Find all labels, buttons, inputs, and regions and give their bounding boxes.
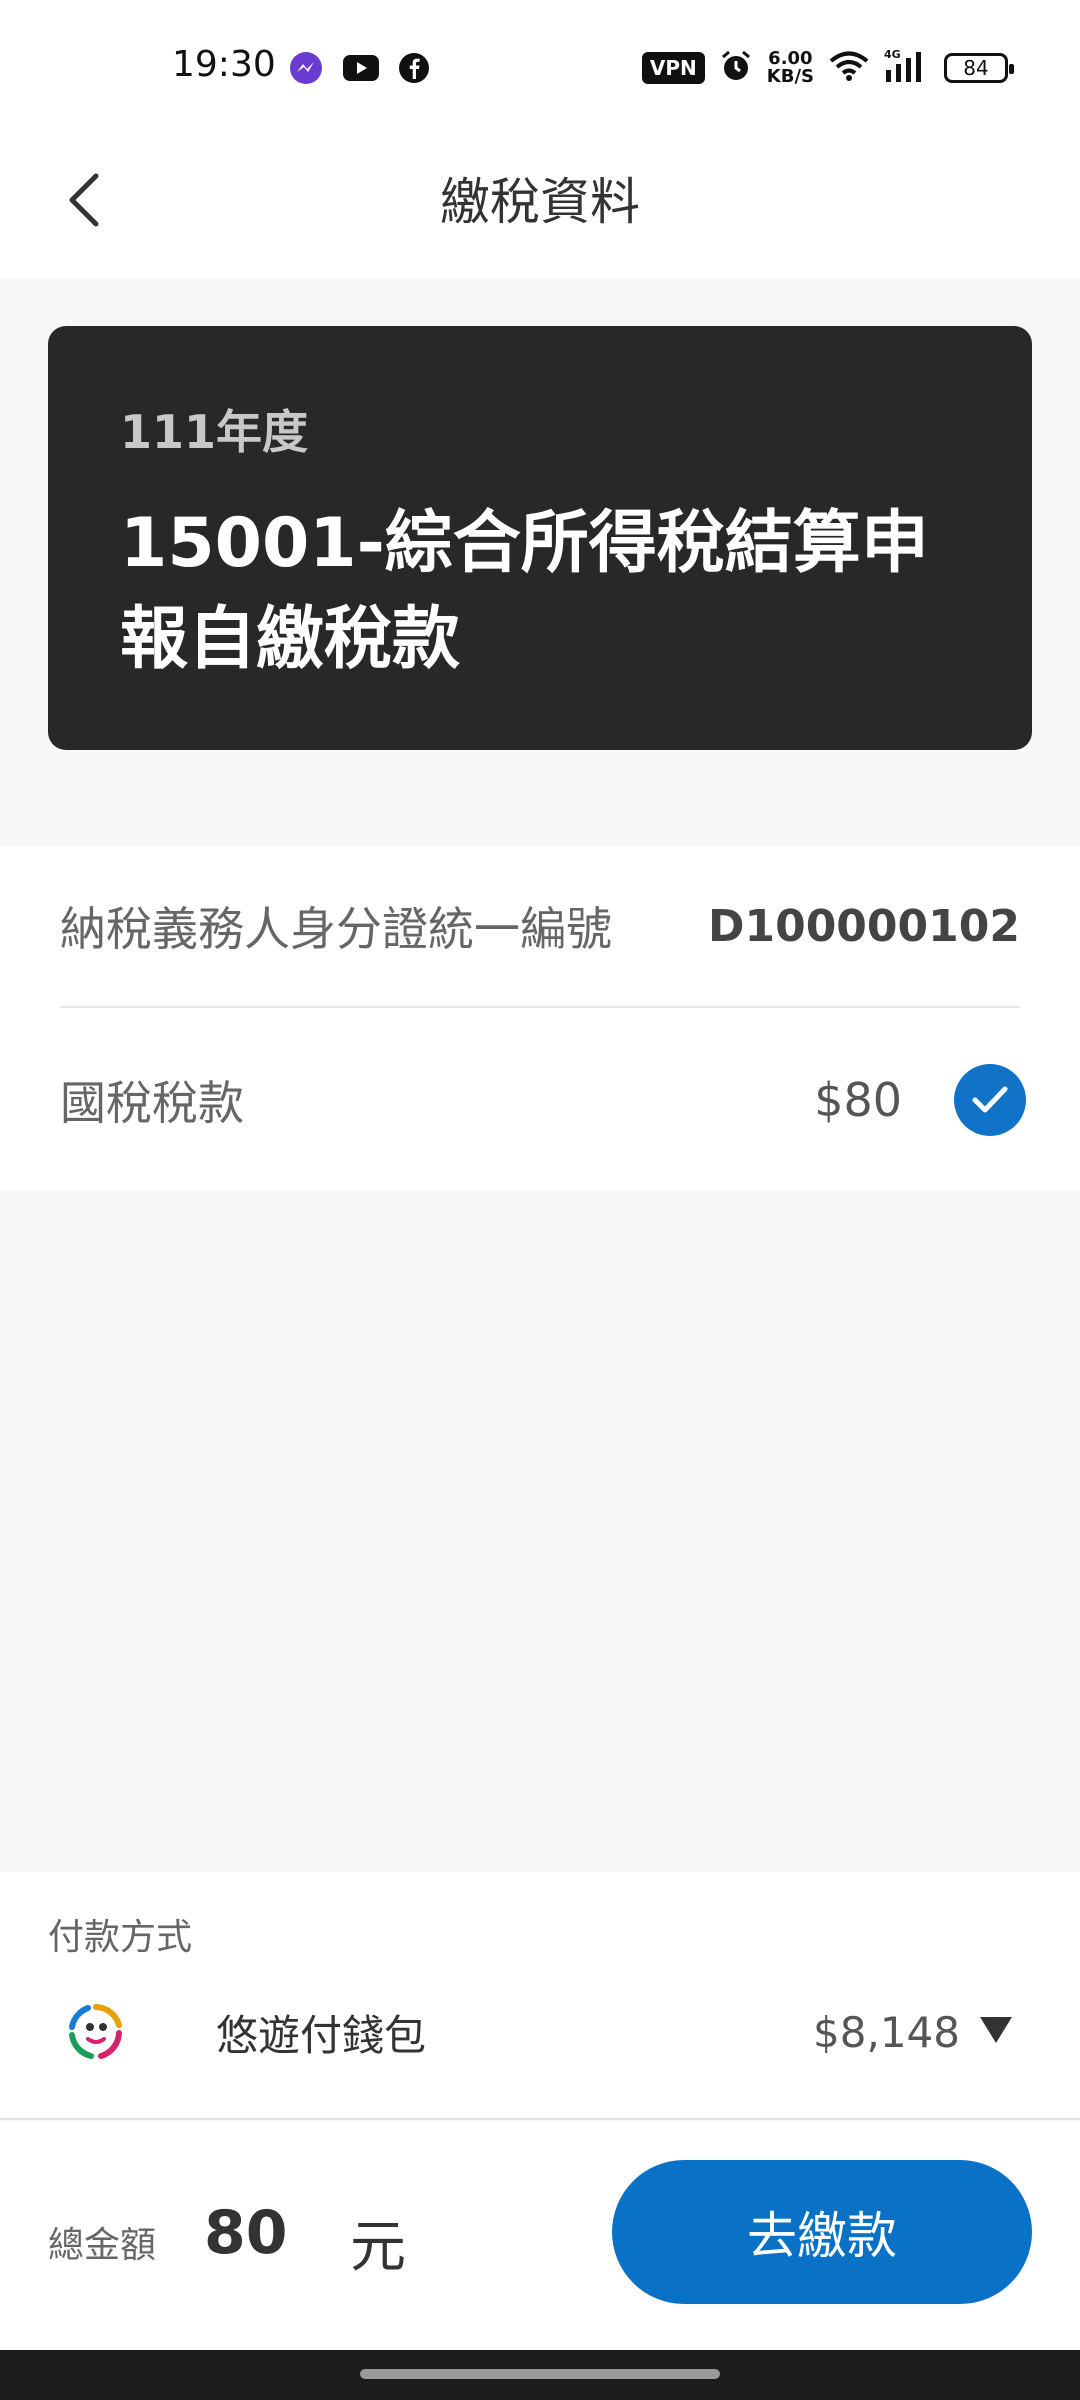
national-tax-label: 國稅稅款 [60,1076,244,1130]
taxpayer-id-value: D100000102 [707,900,1020,952]
dropdown-triangle-icon [978,2015,1014,2049]
pay-button[interactable]: 去繳款 [612,2160,1032,2304]
system-nav-bar [0,2350,1080,2400]
facebook-icon [398,52,430,88]
network-speed-unit: KB/S [766,66,814,87]
wallet-balance: $8,148 [813,2007,960,2057]
national-tax-amount-group: $80 [814,1064,1026,1136]
messenger-icon [288,50,324,90]
taxpayer-info-panel: 納稅義務人身分證統一編號 D100000102 國稅稅款 $80 [0,846,1080,1190]
payment-method-panel: 付款方式 悠遊付錢包 $8,148 [0,1872,1080,2120]
easywallet-logo-icon [48,1984,144,2080]
checkout-footer: 總金額 80 元 去繳款 [0,2122,1080,2350]
notification-icons [288,50,430,90]
page-title: 繳稅資料 [440,173,640,231]
home-indicator[interactable] [360,2369,720,2379]
total-amount: 80 [204,2198,288,2268]
alarm-icon [719,49,753,87]
vpn-badge: VPN [641,52,705,84]
status-time: 19:30 [172,44,276,85]
youtube-icon [342,54,380,86]
total-unit: 元 [350,2215,406,2280]
payment-method-label: 付款方式 [48,1917,193,1958]
tax-year: 111年度 [120,405,309,459]
battery-indicator: 84 [944,53,1014,83]
taxpayer-id-row: 納稅義務人身分證統一編號 D100000102 [60,846,1020,1008]
network-speed: 6.00 KB/S [767,50,814,86]
tax-summary-card: 111年度 15001-綜合所得稅結算申報自繳稅款 [48,326,1032,750]
status-bar: 19:30 VPN 6.00 KB/S 4G 84 [0,0,1080,140]
tax-item-title: 15001-綜合所得稅結算申報自繳稅款 [120,504,929,679]
national-tax-row[interactable]: 國稅稅款 $80 [60,1010,1026,1190]
checkmark-icon [972,1086,1008,1113]
system-icons: VPN 6.00 KB/S 4G 84 [641,48,1014,88]
payment-method-selector[interactable]: 悠遊付錢包 $8,148 [48,1982,1014,2082]
wallet-name: 悠遊付錢包 [216,2010,427,2060]
app-header: 繳稅資料 [0,140,1080,278]
network-type: 4G [884,48,901,61]
tax-selected-checkbox[interactable] [954,1064,1026,1136]
wifi-icon [828,50,870,86]
taxpayer-id-label: 納稅義務人身分證統一編號 [60,902,612,956]
signal-icon: 4G [884,48,930,88]
national-tax-amount: $80 [814,1073,902,1127]
total-label: 總金額 [48,2225,157,2266]
